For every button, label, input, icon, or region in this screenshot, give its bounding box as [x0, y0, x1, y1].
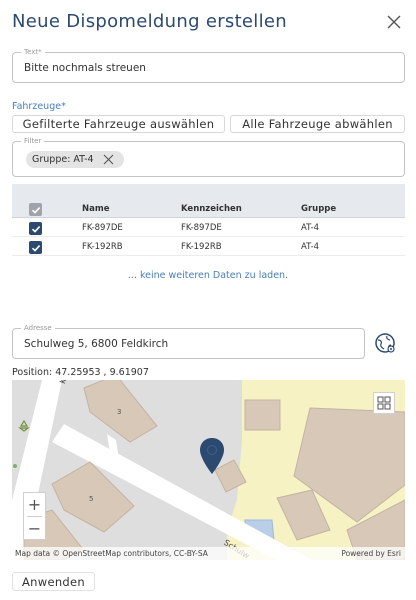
row-checkbox[interactable]	[29, 241, 42, 254]
basemap-toggle-button[interactable]	[373, 392, 395, 414]
column-header-plate[interactable]: Kennzeichen	[181, 204, 242, 214]
table-row[interactable]: FK-897DE FK-897DE AT-4	[12, 219, 405, 237]
cell-group: AT-4	[301, 242, 320, 252]
chip-remove-icon[interactable]	[103, 154, 114, 165]
filter-chip-label: Gruppe: AT-4	[32, 154, 94, 165]
position-readout: Position: 47.25953 , 9.61907	[12, 367, 149, 378]
recycling-icon	[18, 420, 30, 432]
dialog-title: Neue Dispomeldung erstellen	[12, 11, 287, 32]
zoom-in-button[interactable]: +	[24, 493, 45, 516]
basemap-grid-icon	[377, 396, 391, 410]
row-checkbox[interactable]	[29, 222, 42, 235]
cell-name: FK-897DE	[82, 223, 123, 233]
close-icon[interactable]	[386, 14, 402, 30]
text-field-label: Text*	[21, 47, 45, 57]
vehicles-label: Fahrzeuge*	[12, 101, 66, 112]
cell-plate: FK-897DE	[181, 223, 222, 233]
text-field[interactable]: Text* Bitte nochmals streuen	[12, 47, 405, 83]
select-all-checkbox[interactable]	[29, 203, 42, 216]
attribution-text: Map data © OpenStreetMap contributors, C…	[15, 549, 208, 558]
filter-chip[interactable]: Gruppe: AT-4	[26, 151, 124, 168]
building-number: 5	[89, 495, 94, 503]
address-field-value: Schulweg 5, 6800 Feldkirch	[24, 338, 169, 350]
cell-group: AT-4	[301, 223, 320, 233]
map-view[interactable]: 3 5 Ki Schulw + − Map data © OpenStreetM…	[12, 380, 405, 560]
check-icon	[31, 206, 40, 214]
zoom-controls: + −	[23, 492, 46, 540]
map-attribution: Map data © OpenStreetMap contributors, C…	[12, 547, 405, 560]
esri-credit[interactable]: Powered by Esri	[341, 549, 401, 558]
check-icon	[31, 225, 40, 233]
geolocate-icon[interactable]	[374, 332, 396, 354]
zoom-out-button[interactable]: −	[24, 517, 45, 540]
grid-header: Name Kennzeichen Gruppe	[12, 184, 405, 218]
filter-label: Filter	[21, 136, 45, 146]
column-header-group[interactable]: Gruppe	[301, 204, 336, 214]
building-number: 3	[117, 408, 122, 416]
apply-button[interactable]: Anwenden	[12, 572, 95, 591]
location-marker-icon[interactable]	[199, 437, 225, 475]
address-field-label: Adresse	[21, 323, 55, 333]
deselect-all-vehicles-button[interactable]: Alle Fahrzeuge abwählen	[230, 115, 405, 133]
cell-plate: FK-192RB	[181, 242, 222, 252]
address-field[interactable]: Adresse Schulweg 5, 6800 Feldkirch	[12, 323, 365, 359]
check-icon	[31, 244, 40, 252]
no-more-data-text: ... keine weiteren Daten zu laden.	[127, 270, 289, 281]
table-row[interactable]: FK-192RB FK-192RB AT-4	[12, 238, 405, 256]
column-header-name[interactable]: Name	[82, 204, 109, 214]
text-field-value: Bitte nochmals streuen	[24, 62, 146, 74]
cell-name: FK-192RB	[82, 242, 123, 252]
select-filtered-vehicles-button[interactable]: Gefilterte Fahrzeuge auswählen	[12, 115, 225, 133]
